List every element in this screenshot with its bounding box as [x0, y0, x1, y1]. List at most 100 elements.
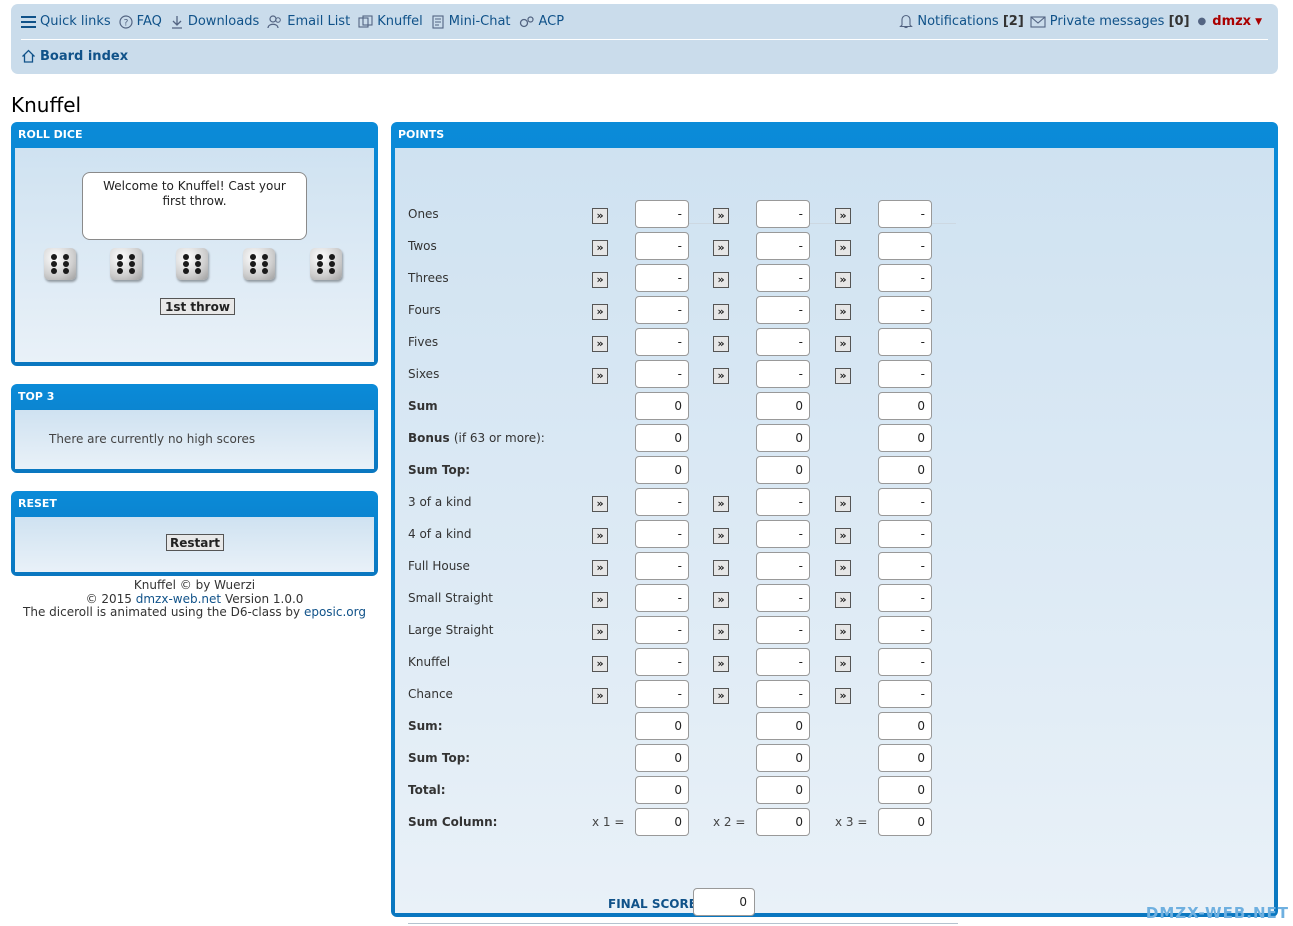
score-field: 0 — [878, 456, 932, 484]
row-label: Twos — [408, 239, 437, 253]
private-messages-link[interactable]: Private messages [0] — [1030, 14, 1190, 29]
die[interactable] — [310, 248, 342, 280]
score-select-button[interactable]: » — [592, 240, 608, 256]
score-select-button[interactable]: » — [592, 336, 608, 352]
score-select-button[interactable]: » — [835, 560, 851, 576]
score-select-button[interactable]: » — [592, 368, 608, 384]
score-select-button[interactable]: » — [592, 528, 608, 544]
user-menu[interactable]: dmzx ▼ — [1212, 14, 1262, 29]
row-label-text: Sum — [408, 399, 438, 413]
mini-chat-link[interactable]: Mini-Chat — [431, 14, 511, 29]
score-field: - — [756, 232, 810, 260]
score-select-button[interactable]: » — [592, 208, 608, 224]
score-select-button[interactable]: » — [592, 496, 608, 512]
score-select-button[interactable]: » — [592, 688, 608, 704]
die-pip — [329, 261, 335, 267]
score-field: - — [756, 328, 810, 356]
email-list-link[interactable]: Email List — [267, 14, 350, 29]
points-body: FINAL SCORE: 0 X 1X 2X 3Ones»-»-»-Twos»-… — [395, 148, 1274, 924]
die-pip — [262, 268, 268, 274]
score-select-button[interactable]: » — [835, 272, 851, 288]
score-field: - — [756, 552, 810, 580]
notifications-label: Notifications — [917, 14, 999, 29]
score-select-button[interactable]: » — [835, 624, 851, 640]
column-multiplier: x 1 = — [592, 815, 625, 829]
score-select-button[interactable]: » — [713, 528, 729, 544]
score-select-button[interactable]: » — [835, 304, 851, 320]
die[interactable] — [44, 248, 76, 280]
dmzx-web-link[interactable]: dmzx-web.net — [136, 592, 221, 606]
die-pip — [117, 261, 123, 267]
row-label: Sum Top: — [408, 751, 470, 765]
top3-header: TOP 3 — [18, 390, 55, 403]
score-select-button[interactable]: » — [713, 368, 729, 384]
nav-right: Notifications [2] Private messages [0] ●… — [899, 14, 1268, 29]
score-field: - — [878, 200, 932, 228]
score-select-button[interactable]: » — [713, 496, 729, 512]
score-select-button[interactable]: » — [713, 304, 729, 320]
die[interactable] — [110, 248, 142, 280]
row-label-text: Sixes — [408, 367, 440, 381]
score-select-button[interactable]: » — [835, 592, 851, 608]
acp-label: ACP — [538, 14, 565, 29]
die-pip — [250, 268, 256, 274]
score-select-button[interactable]: » — [835, 368, 851, 384]
breadcrumb: Board index — [21, 46, 128, 66]
acp-link[interactable]: ACP — [519, 14, 565, 29]
score-field: 0 — [756, 808, 810, 836]
row-label: Fives — [408, 335, 438, 349]
score-select-button[interactable]: » — [835, 688, 851, 704]
row-label: 3 of a kind — [408, 495, 472, 509]
score-field: - — [878, 584, 932, 612]
score-select-button[interactable]: » — [713, 272, 729, 288]
eposic-link[interactable]: eposic.org — [304, 605, 366, 619]
die-pip — [262, 261, 268, 267]
score-select-button[interactable]: » — [835, 240, 851, 256]
score-field: - — [756, 520, 810, 548]
score-select-button[interactable]: » — [713, 624, 729, 640]
score-select-button[interactable]: » — [835, 208, 851, 224]
score-select-button[interactable]: » — [835, 496, 851, 512]
score-select-button[interactable]: » — [713, 336, 729, 352]
score-select-button[interactable]: » — [835, 336, 851, 352]
downloads-label: Downloads — [187, 14, 260, 29]
die[interactable] — [176, 248, 208, 280]
score-field: - — [878, 232, 932, 260]
row-label: Sum — [408, 399, 438, 413]
score-select-button[interactable]: » — [713, 656, 729, 672]
score-select-button[interactable]: » — [713, 688, 729, 704]
faq-link[interactable]: ? FAQ — [119, 14, 162, 29]
row-label-text: 4 of a kind — [408, 527, 472, 541]
score-select-button[interactable]: » — [592, 272, 608, 288]
score-select-button[interactable]: » — [592, 560, 608, 576]
score-select-button[interactable]: » — [592, 304, 608, 320]
quick-links-menu[interactable]: Quick links — [21, 14, 111, 29]
throw-button[interactable]: 1st throw — [160, 298, 235, 315]
notifications-link[interactable]: Notifications [2] — [899, 14, 1024, 29]
nav-top-row: Quick links ? FAQ Downloads Email List K… — [21, 4, 1268, 40]
die[interactable] — [243, 248, 275, 280]
die-pip — [329, 254, 335, 260]
score-select-button[interactable]: » — [592, 624, 608, 640]
credits-line1: Knuffel © by Wuerzi — [133, 578, 256, 592]
board-index-link[interactable]: Board index — [40, 49, 128, 64]
score-select-button[interactable]: » — [713, 592, 729, 608]
score-select-button[interactable]: » — [592, 592, 608, 608]
roll-dice-panel: ROLL DICE Welcome to Knuffel! Cast your … — [11, 122, 378, 366]
score-select-button[interactable]: » — [835, 528, 851, 544]
score-select-button[interactable]: » — [713, 208, 729, 224]
score-field: - — [878, 296, 932, 324]
restart-button[interactable]: Restart — [166, 534, 225, 551]
score-field: - — [635, 552, 689, 580]
row-label-text: 3 of a kind — [408, 495, 472, 509]
knuffel-link[interactable]: Knuffel — [358, 14, 423, 29]
score-select-button[interactable]: » — [713, 240, 729, 256]
score-field: - — [635, 328, 689, 356]
downloads-link[interactable]: Downloads — [170, 14, 259, 29]
score-select-button[interactable]: » — [713, 560, 729, 576]
row-label-text: Sum Top: — [408, 463, 471, 477]
score-select-button[interactable]: » — [592, 656, 608, 672]
die-pip — [183, 254, 189, 260]
score-select-button[interactable]: » — [835, 656, 851, 672]
score-field: - — [635, 200, 689, 228]
